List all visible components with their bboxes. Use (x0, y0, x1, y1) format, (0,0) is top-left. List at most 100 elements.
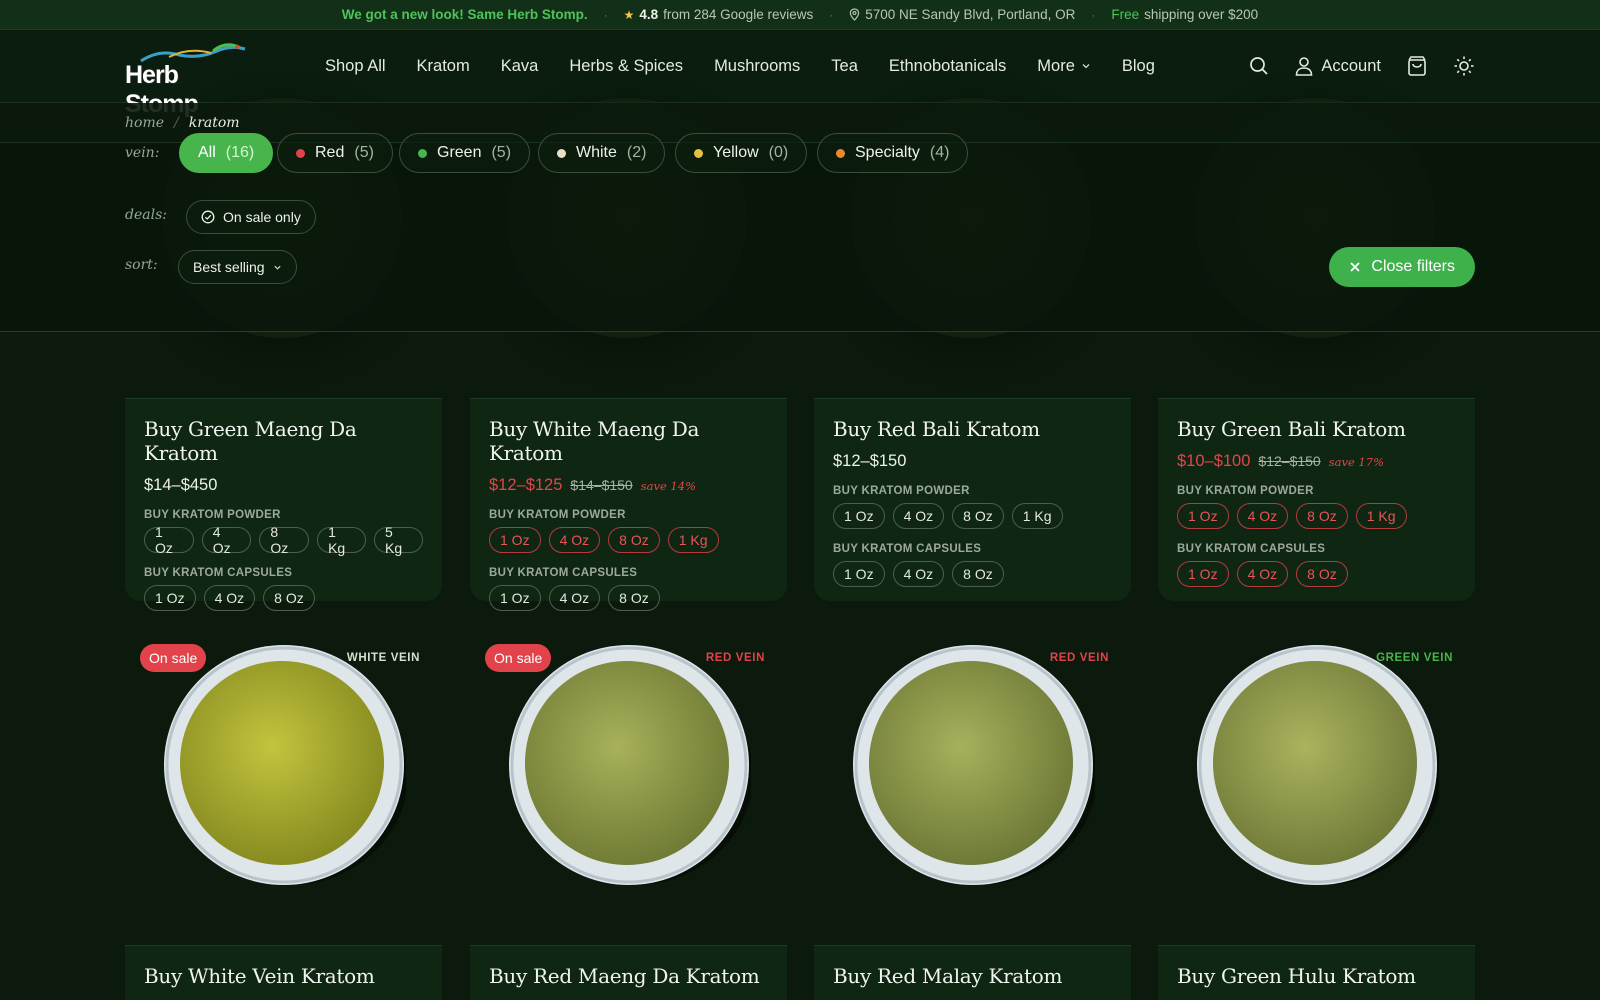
product-image[interactable] (162, 643, 408, 887)
product-card[interactable]: Buy White Maeng Da Kratom $12–$125 $14–$… (470, 398, 787, 611)
user-icon (1296, 57, 1313, 76)
size-option[interactable]: 1 Kg (1011, 503, 1063, 529)
powder-options: 1 Oz 4 Oz 8 Oz 1 Kg 5 Kg (144, 524, 423, 556)
product-tile[interactable]: On sale WHITE VEIN (125, 630, 442, 940)
size-option[interactable]: 1 Oz (144, 524, 194, 556)
size-option[interactable]: 1 Kg (667, 527, 719, 553)
product-image[interactable] (851, 643, 1097, 887)
product-title[interactable]: Buy Red Maeng Da Kratom (489, 964, 768, 988)
size-option[interactable]: 8 Oz (952, 503, 1004, 529)
sun-icon[interactable] (1453, 55, 1475, 77)
size-option[interactable]: 8 Oz (608, 527, 660, 553)
product-title[interactable]: Buy Green Hulu Kratom (1177, 964, 1456, 988)
size-option[interactable]: 4 Oz (548, 585, 601, 611)
size-option[interactable]: 1 Oz (833, 561, 885, 587)
nav-blog[interactable]: Blog (1122, 57, 1155, 76)
nav-kava[interactable]: Kava (501, 57, 539, 76)
vein-tag: GREEN VEIN (1376, 652, 1453, 664)
powder-options: 1 Oz 4 Oz 8 Oz 1 Kg (833, 503, 1112, 529)
product-title[interactable]: Buy White Maeng Da Kratom (489, 417, 768, 465)
size-option[interactable]: 8 Oz (1296, 503, 1348, 529)
product-card[interactable]: Buy Green Maeng Da Kratom $14–$450 BUY K… (125, 398, 442, 611)
size-option[interactable]: 4 Oz (548, 527, 601, 553)
product-title[interactable]: Buy Green Bali Kratom (1177, 417, 1456, 441)
size-option[interactable]: 4 Oz (1236, 503, 1289, 529)
size-option[interactable]: 1 Kg (317, 524, 367, 556)
vein-chip-count: (2) (626, 144, 647, 161)
size-option[interactable]: 4 Oz (892, 561, 945, 587)
product-image[interactable] (1195, 643, 1441, 887)
save-percent: save 14% (640, 479, 696, 493)
product-tile[interactable]: GREEN VEIN (1158, 630, 1475, 940)
vein-chip-red[interactable]: Red (5) (277, 133, 393, 173)
product-image[interactable] (507, 643, 753, 887)
capsule-options: 1 Oz 4 Oz 8 Oz (833, 561, 1112, 587)
vein-chip-white[interactable]: White (2) (538, 133, 666, 173)
account-link[interactable]: Account (1295, 56, 1381, 76)
powder-group-label: BUY KRATOM POWDER (833, 485, 970, 497)
site-header: Herb Stomp Shop All Kratom Kava Herbs & … (0, 31, 1600, 118)
size-option[interactable]: 1 Oz (1177, 561, 1229, 587)
nav-more[interactable]: More (1037, 57, 1091, 76)
breadcrumb-separator: / (174, 114, 179, 131)
breadcrumb-home[interactable]: home (125, 115, 164, 131)
nav-ethnobotanicals[interactable]: Ethnobotanicals (889, 57, 1006, 76)
product-price: $10–$100 $12–$150 save 17% (1177, 452, 1456, 471)
size-option[interactable]: 1 Oz (489, 527, 541, 553)
product-card[interactable]: Buy Red Malay Kratom (814, 945, 1131, 1000)
breadcrumb-current: kratom (188, 114, 240, 131)
nav-herbs-spices[interactable]: Herbs & Spices (569, 57, 683, 76)
size-option[interactable]: 8 Oz (1296, 561, 1348, 587)
size-option[interactable]: 8 Oz (259, 524, 310, 556)
vein-chip-yellow[interactable]: Yellow (0) (675, 133, 808, 173)
product-tile[interactable]: On sale RED VEIN (470, 630, 787, 940)
size-option[interactable]: 4 Oz (203, 585, 256, 611)
chevron-down-icon (1082, 64, 1090, 69)
nav-shop-all[interactable]: Shop All (325, 57, 386, 76)
brand-logo[interactable]: Herb Stomp (125, 41, 255, 118)
powder-bowl-icon (1197, 645, 1441, 885)
size-option[interactable]: 8 Oz (608, 585, 660, 611)
cart-icon[interactable] (1407, 55, 1427, 77)
on-sale-toggle[interactable]: On sale only (186, 200, 316, 234)
deals-filter-label: deals: (125, 207, 167, 223)
product-card[interactable]: Buy Red Bali Kratom $12–$150 BUY KRATOM … (814, 398, 1131, 601)
size-option[interactable]: 1 Oz (833, 503, 885, 529)
vein-chip-label: Green (437, 144, 482, 161)
size-option[interactable]: 1 Oz (489, 585, 541, 611)
vein-chip-count: (5) (354, 144, 374, 161)
main-nav: Shop All Kratom Kava Herbs & Spices Mush… (325, 31, 1155, 101)
size-option[interactable]: 8 Oz (263, 585, 315, 611)
on-sale-badge: On sale (140, 644, 207, 672)
nav-tea[interactable]: Tea (831, 57, 858, 76)
nav-kratom[interactable]: Kratom (417, 57, 470, 76)
size-option[interactable]: 8 Oz (952, 561, 1004, 587)
size-option[interactable]: 1 Kg (1355, 503, 1407, 529)
size-option[interactable]: 4 Oz (1236, 561, 1289, 587)
map-pin-icon (849, 8, 860, 21)
search-icon[interactable] (1249, 56, 1269, 76)
product-title[interactable]: Buy Green Maeng Da Kratom (144, 417, 423, 465)
product-card[interactable]: Buy Green Bali Kratom $10–$100 $12–$150 … (1158, 398, 1475, 601)
close-filters-button[interactable]: Close filters (1329, 247, 1475, 287)
vein-chip-specialty[interactable]: Specialty (4) (817, 133, 969, 173)
size-option[interactable]: 4 Oz (201, 524, 252, 556)
sort-select[interactable]: Best selling (178, 250, 297, 284)
product-title[interactable]: Buy Red Bali Kratom (833, 417, 1112, 441)
vein-chip-label: Yellow (713, 144, 759, 161)
product-tile[interactable]: RED VEIN (814, 630, 1131, 940)
size-option[interactable]: 5 Kg (374, 524, 423, 556)
vein-chip-all[interactable]: All (16) (179, 133, 274, 173)
product-card[interactable]: Buy Red Maeng Da Kratom (470, 945, 787, 1000)
capsules-group-label: BUY KRATOM CAPSULES (489, 567, 638, 579)
product-card[interactable]: Buy Green Hulu Kratom (1158, 945, 1475, 1000)
vein-chip-green[interactable]: Green (5) (399, 133, 531, 173)
size-option[interactable]: 1 Oz (1177, 503, 1229, 529)
check-circle-icon (201, 210, 215, 224)
size-option[interactable]: 4 Oz (892, 503, 945, 529)
size-option[interactable]: 1 Oz (144, 585, 196, 611)
product-title[interactable]: Buy Red Malay Kratom (833, 964, 1112, 988)
product-card[interactable]: Buy White Vein Kratom (125, 945, 442, 1000)
product-title[interactable]: Buy White Vein Kratom (144, 964, 423, 988)
nav-mushrooms[interactable]: Mushrooms (714, 57, 800, 76)
